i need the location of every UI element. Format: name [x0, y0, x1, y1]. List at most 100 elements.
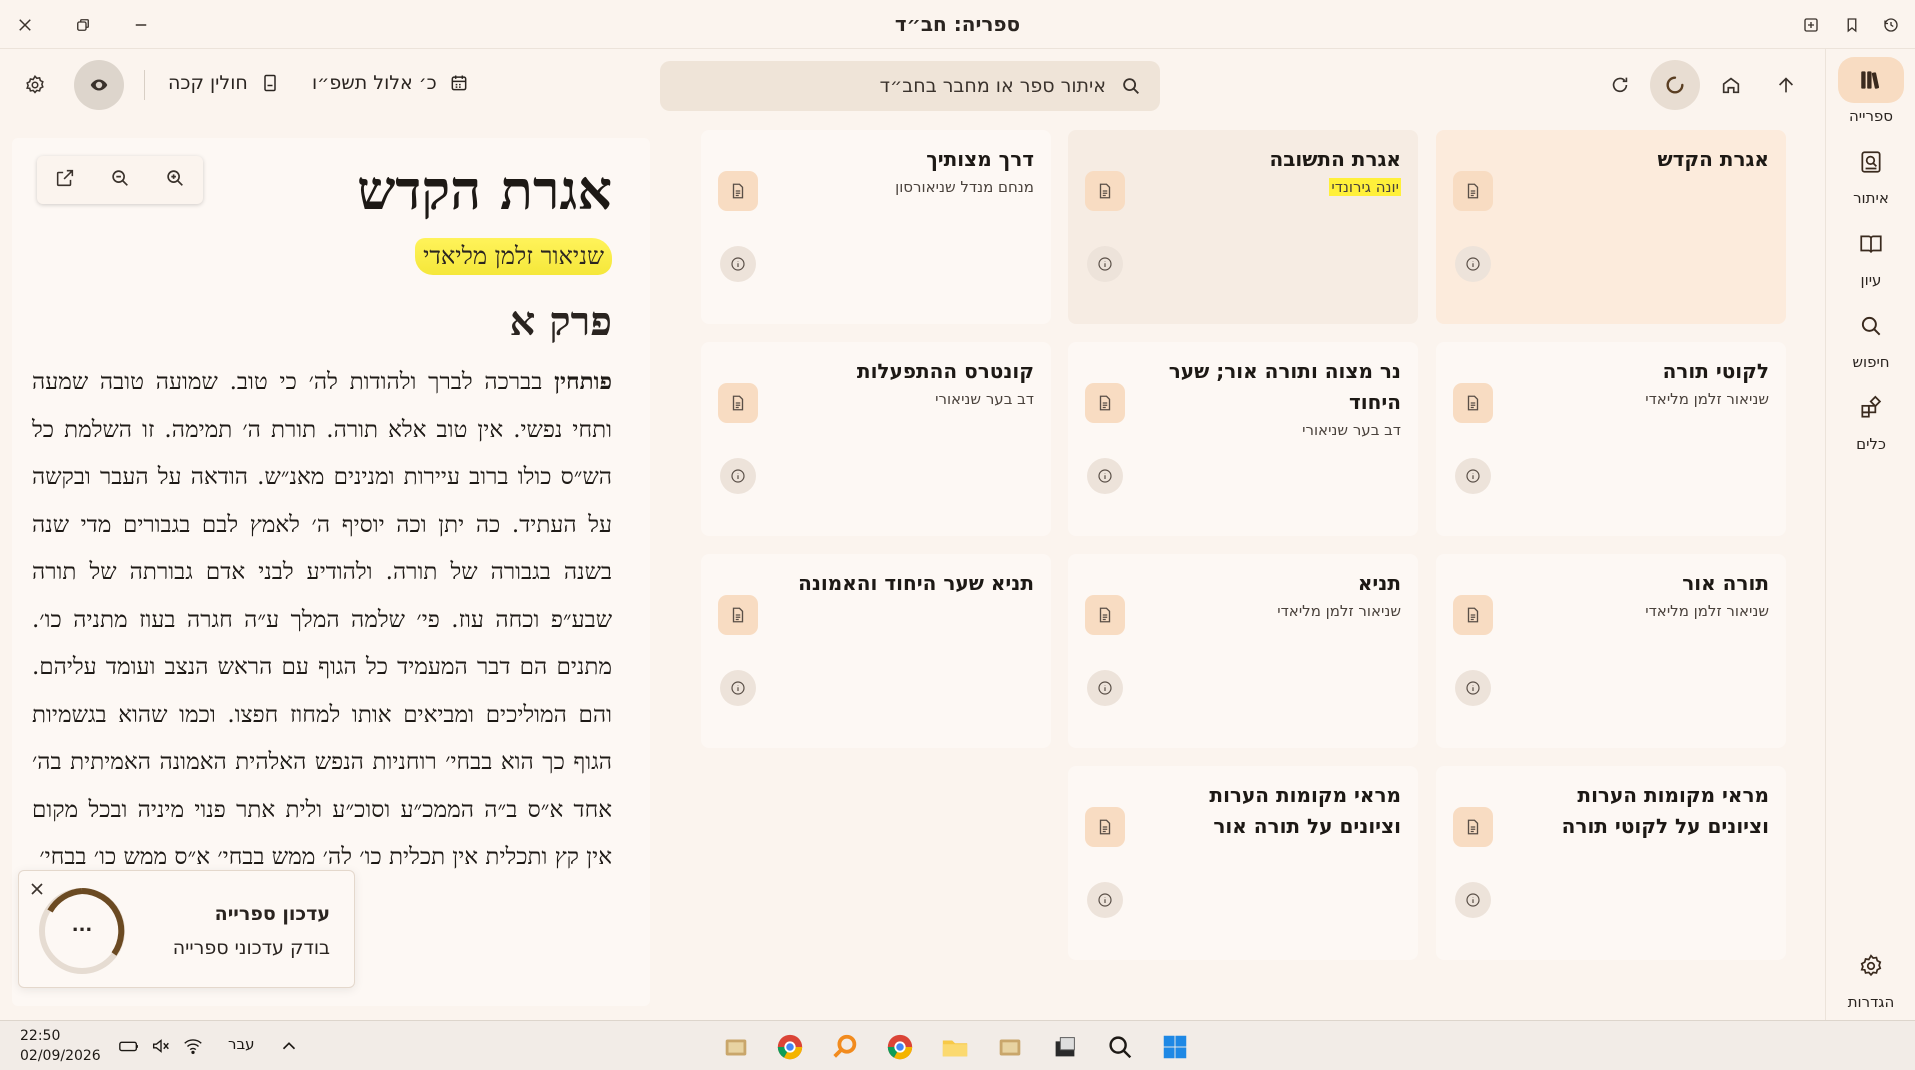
progress-ring-label: ... [71, 915, 93, 936]
info-icon [731, 681, 745, 695]
rail-item-tools[interactable]: כלים [1826, 385, 1915, 453]
book-card-title: קונטרס ההתפעלות [856, 359, 1034, 383]
book-card[interactable]: מראי מקומות הערות וציונים על תורה אור [1068, 766, 1418, 960]
rail-item-label: ספרייה [1848, 107, 1894, 125]
info-icon [1098, 257, 1112, 271]
loading-spinner-icon [1666, 76, 1684, 94]
minimize-window-button[interactable] [124, 8, 158, 42]
document-icon [1467, 183, 1479, 199]
show-hidden-icons-button[interactable] [278, 1035, 300, 1057]
book-info-button[interactable] [1455, 882, 1491, 918]
wifi-indicator[interactable] [182, 1035, 204, 1057]
open-book-button[interactable] [718, 383, 758, 423]
rail-item-settings[interactable]: הגדרות [1826, 943, 1915, 1011]
restore-window-button[interactable] [66, 8, 100, 42]
battery-icon [119, 1041, 138, 1052]
open-book-button[interactable] [1453, 383, 1493, 423]
open-book-button[interactable] [1085, 807, 1125, 847]
home-button[interactable] [1708, 62, 1754, 108]
book-card[interactable]: מראי מקומות הערות וציונים על לקוטי תורה [1436, 766, 1786, 960]
book-info-button[interactable] [1455, 246, 1491, 282]
book-info-button[interactable] [1087, 882, 1123, 918]
book-card-author: יונה גירונדי [1329, 178, 1401, 196]
rail-item-find[interactable]: איתור [1826, 139, 1915, 207]
taskbar-app-library-2[interactable] [993, 1030, 1027, 1064]
open-book-button[interactable] [1453, 171, 1493, 211]
rail-item-label: עיון [1860, 271, 1882, 289]
close-window-button[interactable] [8, 8, 42, 42]
book-card[interactable]: תניא שער היחוד והאמונה [701, 554, 1051, 748]
up-button[interactable] [1763, 62, 1809, 108]
start-button[interactable] [1158, 1030, 1192, 1064]
open-external-icon [56, 169, 73, 187]
zoom-in-button[interactable] [164, 167, 186, 193]
history-button[interactable] [1874, 8, 1908, 42]
open-book-button[interactable] [1085, 595, 1125, 635]
book-card[interactable]: לקוטי תורה שניאור זלמן מליאדי [1436, 342, 1786, 536]
open-book-button[interactable] [1453, 595, 1493, 635]
taskbar-app-chrome-profile[interactable] [773, 1030, 807, 1064]
document-icon [732, 607, 744, 623]
book-text[interactable]: פותחין בברכה לברך ולהודות לה׳ כי טוב. שמ… [32, 358, 612, 882]
open-book-button[interactable] [718, 171, 758, 211]
gear-icon [26, 74, 44, 94]
add-tab-button[interactable] [1794, 8, 1828, 42]
book-info-button[interactable] [1087, 246, 1123, 282]
book-info-button[interactable] [1087, 458, 1123, 494]
open-book-button[interactable] [1085, 171, 1125, 211]
book-card-author: שניאור זלמן מליאדי [1645, 602, 1769, 620]
book-info-button[interactable] [1455, 670, 1491, 706]
sync-button[interactable] [1650, 60, 1700, 110]
book-card[interactable]: דרך מצותיך מנחם מנדל שניאורסון [701, 130, 1051, 324]
info-icon [731, 469, 745, 483]
search-icon [1123, 78, 1139, 94]
document-icon [732, 395, 744, 411]
search-input[interactable] [678, 75, 1120, 97]
book-info-button[interactable] [720, 246, 756, 282]
rail-item-study[interactable]: עיון [1826, 221, 1915, 289]
toolbar-divider [144, 70, 145, 100]
open-book-button[interactable] [1085, 383, 1125, 423]
book-card[interactable]: תורה אור שניאור זלמן מליאדי [1436, 554, 1786, 748]
taskbar-app-library[interactable] [719, 1030, 753, 1064]
book-info-button[interactable] [720, 670, 756, 706]
book-card[interactable]: אגרת הקדש [1436, 130, 1786, 324]
input-language[interactable]: עבר [228, 1035, 255, 1053]
book-card[interactable]: קונטרס ההתפעלות דב בער שניאורי [701, 342, 1051, 536]
find-book-icon [1861, 151, 1881, 173]
rail-item-library[interactable]: ספרייה [1826, 57, 1915, 125]
battery-indicator[interactable] [118, 1035, 140, 1057]
volume-indicator[interactable] [150, 1035, 172, 1057]
book-card[interactable]: תניא שניאור זלמן מליאדי [1068, 554, 1418, 748]
refresh-button[interactable] [1597, 62, 1643, 108]
book-card[interactable]: אגרת התשובה יונה גירונדי [1068, 130, 1418, 324]
book-info-button[interactable] [720, 458, 756, 494]
info-icon [1466, 469, 1480, 483]
calendar-icon [451, 75, 467, 91]
daf-yomi-button[interactable]: חולין קכה [168, 72, 280, 94]
open-book-button[interactable] [718, 595, 758, 635]
search-box[interactable] [660, 61, 1160, 111]
taskbar-app-file-explorer[interactable] [938, 1030, 972, 1064]
view-toggle-button[interactable] [74, 60, 124, 110]
book-info-button[interactable] [1087, 670, 1123, 706]
home-icon [1722, 77, 1740, 94]
book-card[interactable]: נר מצוה ותורה אור; שער היחוד דב בער שניא… [1068, 342, 1418, 536]
book-info-button[interactable] [1455, 458, 1491, 494]
bookmarks-button[interactable] [1835, 8, 1869, 42]
open-external-button[interactable] [54, 167, 76, 193]
info-icon [1466, 257, 1480, 271]
book-card-title: דרך מצותיך [926, 147, 1034, 171]
taskbar-app-terminal[interactable] [1048, 1030, 1082, 1064]
rail-item-search[interactable]: חיפוש [1826, 303, 1915, 371]
zoom-out-button[interactable] [109, 167, 131, 193]
reader-settings-button[interactable] [12, 62, 58, 108]
hebrew-date-button[interactable]: כ׳ אלול תשפ״ו [312, 72, 469, 94]
os-taskbar: 22:50 02/09/2026 עבר [0, 1020, 1915, 1070]
taskbar-clock[interactable]: 22:50 02/09/2026 [20, 1026, 101, 1066]
taskbar-app-chrome[interactable] [883, 1030, 917, 1064]
taskbar-app-search-tool[interactable] [828, 1030, 862, 1064]
taskbar-search-button[interactable] [1103, 1030, 1137, 1064]
open-book-button[interactable] [1453, 807, 1493, 847]
clock-date: 02/09/2026 [20, 1048, 101, 1064]
